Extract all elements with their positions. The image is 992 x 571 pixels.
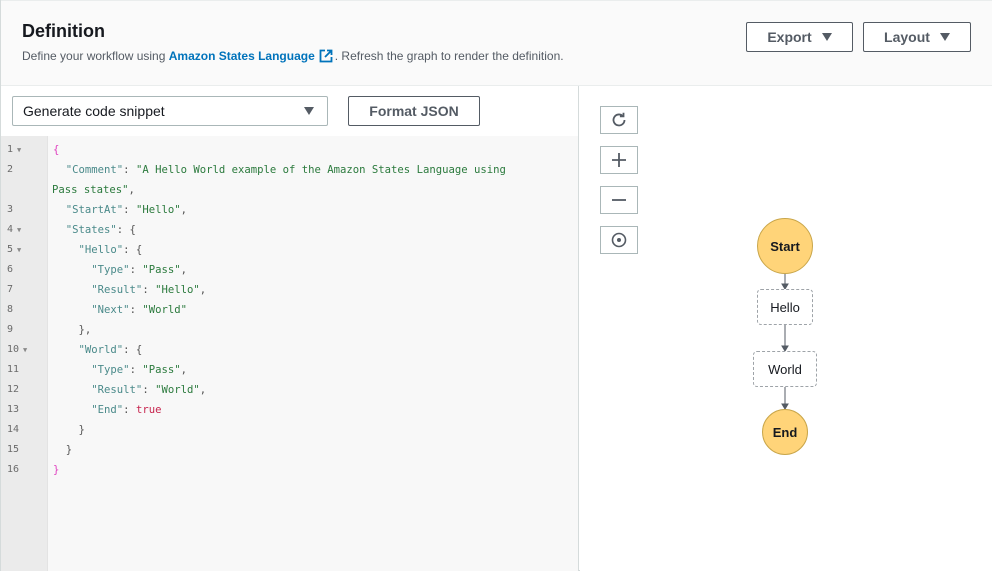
code-line: "Hello": {: [78, 244, 143, 256]
format-json-button[interactable]: Format JSON: [348, 96, 480, 126]
code-line: "Comment": "A Hello World example of the…: [65, 164, 506, 176]
states-language-link[interactable]: Amazon States Language: [169, 49, 315, 63]
fold-arrow-icon[interactable]: ▼: [17, 246, 21, 254]
line-number: 8: [7, 304, 14, 315]
code-line: "Result": "Hello",: [91, 284, 207, 296]
page-title: Definition: [22, 21, 105, 41]
code-line: "Result": "World",: [91, 384, 207, 396]
editor-panel: Generate code snippet Format JSON 1 ▼ 2 3…: [1, 86, 579, 571]
line-number: 13: [7, 404, 20, 415]
line-number-gutter: 1 ▼ 2 3 4 ▼ 5 ▼ 6 7 8 9 10 ▼ 11 12 13 14 15 …: [1, 136, 48, 571]
code-snippet-select-value: Generate code snippet: [23, 103, 165, 119]
line-number: 15: [7, 444, 20, 455]
code-snippet-select[interactable]: Generate code snippet: [12, 96, 328, 126]
panel-header: Definition Define your workflow using Am…: [1, 0, 992, 86]
line-number: 14: [7, 424, 20, 435]
fold-arrow-icon[interactable]: ▼: [17, 226, 21, 234]
code-line: "World": {: [78, 344, 143, 356]
caret-down-icon: [821, 33, 832, 41]
line-number: 4 ▼: [7, 224, 22, 235]
code-line: }: [53, 464, 60, 476]
line-number: 2: [7, 164, 14, 175]
line-number: 9: [7, 324, 14, 335]
line-number: 1 ▼: [7, 144, 22, 155]
code-editor[interactable]: 1 ▼ 2 3 4 ▼ 5 ▼ 6 7 8 9 10 ▼ 11 12 13 14 15 …: [1, 136, 578, 571]
graph-panel: Start Hello World End: [580, 86, 992, 571]
graph-edges: [781, 274, 789, 410]
caret-down-icon: [939, 33, 950, 41]
code-line: }: [78, 424, 85, 436]
line-number: 3: [7, 204, 14, 215]
line-number: 6: [7, 264, 14, 275]
code-line: "Next": "World": [91, 304, 187, 316]
line-number: 7: [7, 284, 14, 295]
code-line: }: [65, 444, 73, 456]
code-line: "End": true: [91, 404, 162, 416]
definition-panel: Definition Define your workflow using Am…: [0, 0, 992, 571]
code-line: "Type": "Pass",: [91, 364, 187, 376]
state-node-hello[interactable]: Hello: [757, 289, 813, 325]
external-link-icon[interactable]: [319, 49, 333, 66]
fold-arrow-icon[interactable]: ▼: [23, 346, 27, 354]
code-line: "Type": "Pass",: [91, 264, 187, 276]
line-number: 12: [7, 384, 20, 395]
caret-down-icon: [304, 107, 314, 115]
definition-description: Define your workflow using Amazon States…: [22, 49, 564, 66]
start-node[interactable]: Start: [757, 218, 813, 274]
code-line: Pass states",: [52, 184, 135, 196]
desc-prefix: Define your workflow using: [22, 49, 169, 63]
code-line: "StartAt": "Hello",: [65, 204, 187, 216]
layout-label: Layout: [884, 29, 930, 45]
state-node-world[interactable]: World: [753, 351, 817, 387]
line-number: 5 ▼: [7, 244, 22, 255]
layout-button[interactable]: Layout: [863, 22, 971, 52]
code-line: "States": {: [65, 224, 136, 236]
line-number: 11: [7, 364, 20, 375]
line-number: 16: [7, 464, 20, 475]
line-number: 10 ▼: [7, 344, 28, 355]
desc-suffix: . Refresh the graph to render the defini…: [334, 49, 564, 63]
end-node[interactable]: End: [762, 409, 808, 455]
export-button[interactable]: Export: [746, 22, 853, 52]
code-line: },: [78, 324, 92, 336]
code-line: {: [53, 144, 60, 156]
fold-arrow-icon[interactable]: ▼: [17, 146, 21, 154]
export-label: Export: [767, 29, 812, 45]
